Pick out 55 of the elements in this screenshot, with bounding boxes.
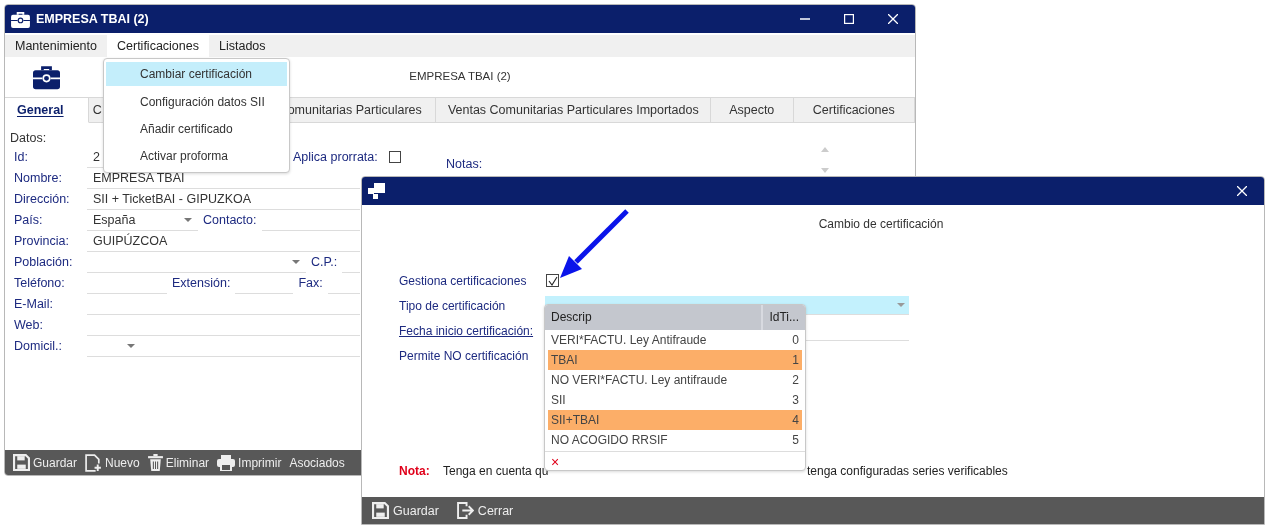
field-label: Fax: [297,275,324,292]
list-row[interactable]: SII+TBAI 4 [548,410,802,430]
new-button[interactable]: Nuevo [81,450,144,475]
menu-item[interactable]: Mantenimiento [5,35,107,57]
toolbar-button[interactable]: Asociados [285,450,349,475]
column-header[interactable]: IdTi... [763,305,805,330]
exit-button[interactable]: Cerrar [450,497,520,524]
field-label: Provincia: [13,233,70,250]
field-label: Domicil.: [13,338,63,355]
menu-item[interactable]: Listados [209,35,276,57]
menu-item[interactable]: Cambiar certificación [106,62,287,86]
column-header[interactable]: Descrip [545,305,764,330]
dropdown-field[interactable]: España [87,210,198,231]
field-label: Aplica prorrata: [292,149,379,166]
field-label: Nombre: [13,170,63,187]
window-title: EMPRESA TBAI (2) [36,12,150,26]
list-row[interactable]: NO VERI*FACTU. Ley antifraude 2 [548,370,802,390]
field-label: Población: [13,254,74,271]
note-text: tenga configuradas series verificables [807,464,1008,478]
note-label: Nota: [399,464,431,478]
list-row[interactable]: TBAI 1 [548,350,802,370]
field-label: Web: [13,317,44,334]
field-label: Teléfono: [13,275,66,292]
section-label: Datos: [10,130,47,147]
list-row[interactable]: NO ACOGIDO RRSIF 5 [548,430,802,450]
field-label: Tipo de certificación [399,298,507,313]
tab[interactable]: Aspecto [710,97,794,123]
save-button[interactable]: Guardar [366,497,445,524]
list-row[interactable]: VERI*FACTU. Ley Antifraude 0 [548,330,802,350]
notes-label: Notas: [446,157,483,171]
field-label: E-Mail: [13,296,54,313]
save-button[interactable]: Guardar [9,450,82,475]
list-row[interactable]: SII 3 [548,390,802,410]
input-field[interactable]: SII + TicketBAI - GIPUZKOA [87,189,360,210]
delete-button[interactable]: Eliminar [143,450,214,475]
field-label: Id: [13,149,29,166]
field-label: Contacto: [202,212,258,229]
field-label: País: [13,212,44,229]
header-title: EMPRESA TBAI (2) [409,70,511,82]
tab[interactable]: Certificaciones [793,97,915,123]
field-label: C.P.: [310,254,339,271]
print-button[interactable]: Imprimir [213,450,286,475]
field-label: Dirección: [13,191,71,208]
field-label: Extensión: [171,275,232,292]
tab[interactable]: General [5,97,89,123]
field-label: Permite NO certificación [399,348,530,363]
note-text: Tenga en cuenta qu [443,464,550,478]
dialog-subtitle: Cambio de certificación [817,216,945,233]
field-label: Gestiona certificaciones [399,273,528,288]
menu-item[interactable]: Activar proforma [106,142,287,169]
clear-button[interactable]: × [551,454,560,470]
input-field[interactable]: GUIPÚZCOA [87,231,360,252]
menu-item[interactable]: Certificaciones [107,35,209,57]
field-label: Fecha inicio certificación: [399,323,535,338]
tab[interactable]: Ventas Comunitarias Particulares Importados [435,97,711,123]
